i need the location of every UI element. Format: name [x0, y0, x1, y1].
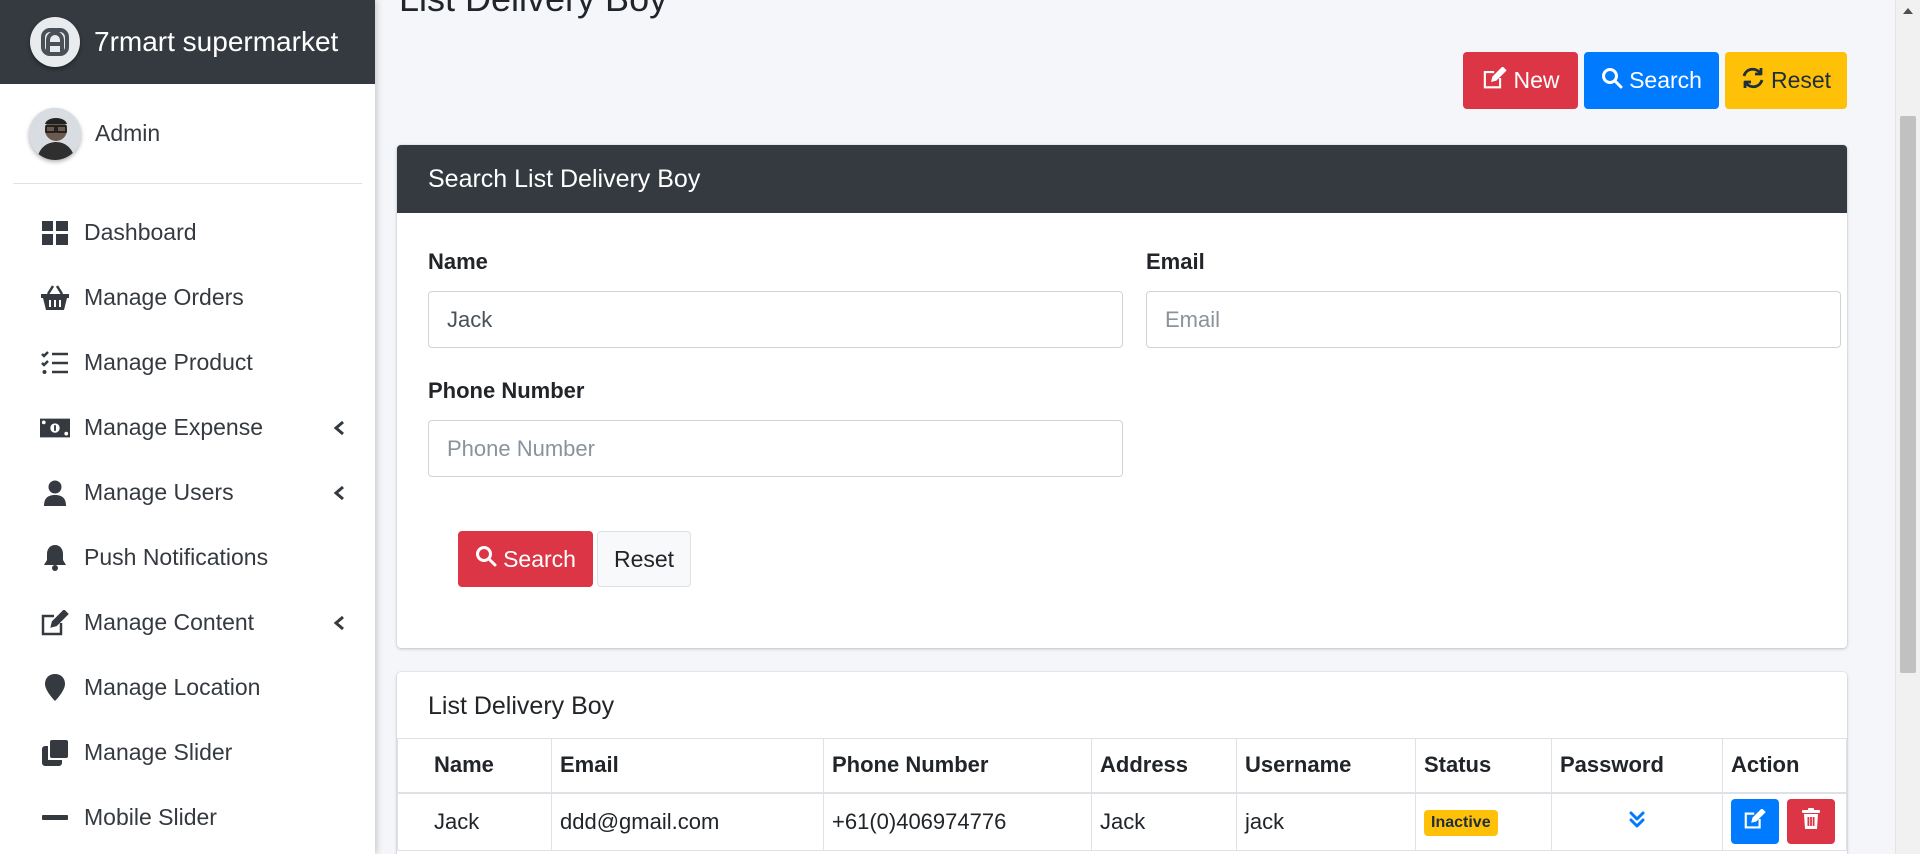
column-header[interactable]: Username	[1236, 738, 1416, 794]
sidebar-item-label: Mobile Slider	[84, 804, 217, 830]
reset-button-label: Reset	[1770, 67, 1832, 93]
chevron-left-icon	[329, 483, 349, 503]
brand-logo-icon	[30, 17, 80, 67]
sidebar-item-manage-location[interactable]: Manage Location	[0, 655, 375, 720]
edit-row-button[interactable]	[1731, 799, 1779, 845]
chevron-left-icon	[329, 418, 349, 438]
page-scrollbar[interactable]	[1895, 0, 1920, 854]
name-input[interactable]	[428, 291, 1123, 348]
scroll-up-arrow-icon[interactable]	[1896, 0, 1920, 20]
dashboard-icon	[40, 218, 70, 248]
sidebar-nav: Dashboard Manage Orders Manage Product M…	[0, 184, 375, 850]
sidebar-item-label: Manage Location	[84, 674, 261, 700]
search-button[interactable]: Search	[1584, 52, 1719, 109]
cell-email: ddd@gmail.com	[551, 792, 824, 851]
cell-phone: +61(0)406974776	[823, 792, 1092, 851]
brand-name: 7rmart supermarket	[94, 26, 339, 57]
minus-icon	[40, 803, 70, 833]
form-reset-button[interactable]: Reset	[597, 531, 691, 587]
column-header[interactable]: Password	[1551, 738, 1723, 794]
sidebar-item-manage-expense[interactable]: Manage Expense	[0, 395, 375, 460]
column-header[interactable]: Status	[1415, 738, 1552, 794]
sidebar-item-label: Dashboard	[84, 219, 197, 245]
list-card: List Delivery Boy Name Email Phone Numbe…	[397, 672, 1847, 854]
search-icon	[475, 545, 497, 573]
sync-icon	[1741, 67, 1765, 95]
sidebar-item-label: Manage Users	[84, 479, 234, 505]
name-label: Name	[428, 249, 488, 274]
edit-icon	[40, 608, 70, 638]
sidebar-item-manage-content[interactable]: Manage Content	[0, 590, 375, 655]
search-button-label: Search	[1629, 67, 1702, 93]
phone-number-input[interactable]	[428, 420, 1123, 477]
search-card-title: Search List Delivery Boy	[397, 145, 1847, 213]
list-title: List Delivery Boy	[428, 692, 615, 720]
column-header[interactable]: Phone Number	[823, 738, 1092, 794]
table-header-row: Name Email Phone Number Address Username…	[397, 738, 1847, 794]
chevron-left-icon	[329, 613, 349, 633]
column-header[interactable]: Address	[1091, 738, 1237, 794]
form-search-button[interactable]: Search	[458, 531, 593, 587]
delivery-boy-table: Name Email Phone Number Address Username…	[397, 738, 1847, 851]
sidebar-item-manage-product[interactable]: Manage Product	[0, 330, 375, 395]
email-input[interactable]	[1146, 291, 1841, 348]
user-name[interactable]: Admin	[95, 120, 160, 147]
bell-icon	[40, 543, 70, 573]
cell-address: Jack	[1091, 792, 1237, 851]
phone-number-label: Phone Number	[428, 378, 585, 403]
edit-icon	[1744, 807, 1766, 835]
table-row: Jack ddd@gmail.com +61(0)406974776 Jack …	[397, 792, 1847, 851]
column-header[interactable]: Email	[551, 738, 824, 794]
page-title: List Delivery Boy	[399, 0, 667, 20]
new-button-label: New	[1513, 67, 1560, 93]
column-header[interactable]: Name	[397, 738, 552, 794]
clone-icon	[40, 738, 70, 768]
sidebar-item-label: Manage Slider	[84, 739, 233, 765]
sidebar-item-push-notifications[interactable]: Push Notifications	[0, 525, 375, 590]
sidebar-item-manage-orders[interactable]: Manage Orders	[0, 265, 375, 330]
sidebar-item-label: Manage Product	[84, 349, 253, 375]
cell-username: jack	[1236, 792, 1416, 851]
main-content: List Delivery Boy New Search Reset Searc…	[375, 0, 1895, 854]
cell-password	[1551, 792, 1723, 851]
trash-icon	[1802, 807, 1821, 836]
user-icon	[40, 478, 70, 508]
sidebar-item-label: Manage Expense	[84, 414, 264, 440]
scrollbar-thumb[interactable]	[1900, 116, 1916, 673]
brand-link[interactable]: 7rmart supermarket	[0, 0, 375, 84]
sidebar-item-label: Manage Orders	[84, 284, 244, 310]
cell-status: Inactive	[1415, 792, 1552, 851]
edit-icon	[1482, 65, 1508, 95]
toolbar: New Search Reset	[1463, 52, 1847, 109]
reset-button[interactable]: Reset	[1725, 52, 1847, 109]
delete-row-button[interactable]	[1787, 799, 1836, 845]
basket-icon	[40, 283, 70, 313]
cell-action	[1722, 792, 1847, 851]
sidebar-item-mobile-slider[interactable]: Mobile Slider	[0, 785, 375, 850]
angle-double-down-icon[interactable]	[1629, 809, 1645, 835]
new-button[interactable]: New	[1463, 52, 1578, 109]
map-marker-icon	[40, 673, 70, 703]
avatar[interactable]	[29, 107, 81, 160]
column-header[interactable]: Action	[1722, 738, 1847, 794]
sidebar: 7rmart supermarket Admin Dashboard Manag…	[0, 0, 375, 854]
money-icon	[40, 413, 70, 443]
tasks-icon	[40, 348, 70, 378]
search-icon	[1601, 67, 1623, 95]
cell-name: Jack	[397, 792, 552, 851]
sidebar-item-label: Push Notifications	[84, 544, 269, 570]
status-badge[interactable]: Inactive	[1424, 810, 1498, 837]
sidebar-item-dashboard[interactable]: Dashboard	[0, 200, 375, 265]
search-card: Search List Delivery Boy Name Email Phon…	[397, 145, 1847, 648]
sidebar-item-label: Manage Content	[84, 609, 255, 635]
form-search-button-label: Search	[503, 545, 576, 572]
sidebar-item-manage-slider[interactable]: Manage Slider	[0, 720, 375, 785]
user-panel[interactable]: Admin	[13, 84, 362, 184]
email-label: Email	[1146, 249, 1205, 274]
sidebar-item-manage-users[interactable]: Manage Users	[0, 460, 375, 525]
